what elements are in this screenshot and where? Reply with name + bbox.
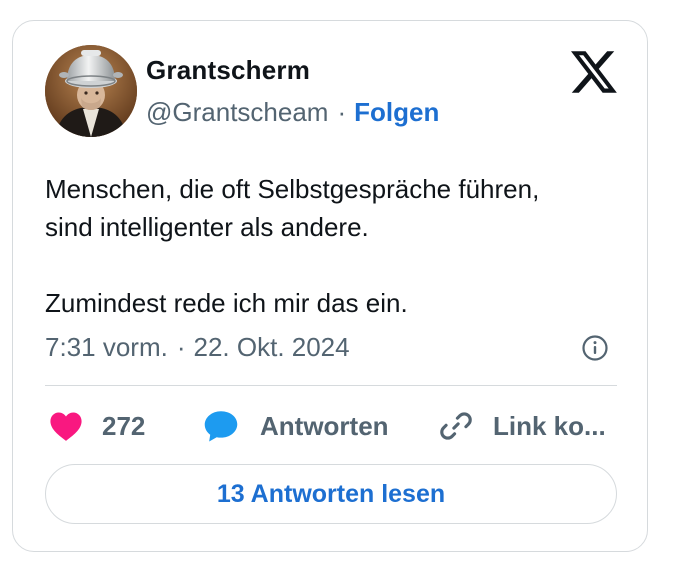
- author-handle[interactable]: @Grantscheam: [146, 97, 328, 127]
- tweet-time: 7:31 vorm.: [45, 332, 168, 362]
- link-icon: [440, 412, 472, 440]
- x-logo-icon[interactable]: [571, 51, 617, 93]
- avatar[interactable]: [45, 45, 137, 137]
- copy-link-label: Link ko...: [493, 410, 606, 441]
- tweet-text-line: Menschen, die oft Selbstgespräche führen…: [45, 174, 540, 204]
- copy-link-button[interactable]: Link ko...: [439, 406, 606, 446]
- tweet-timestamp[interactable]: 7:31 vorm. · 22. Okt. 2024: [45, 332, 350, 363]
- heart-icon: [50, 412, 82, 441]
- follow-button[interactable]: Folgen: [354, 97, 439, 127]
- timestamp-separator: ·: [176, 332, 186, 362]
- like-count: 272: [102, 410, 146, 441]
- tweet-date: 22. Okt. 2024: [193, 332, 350, 362]
- author-handle-row: @Grantscheam · Folgen: [146, 97, 439, 128]
- info-icon[interactable]: [581, 334, 609, 362]
- reply-label: Antworten: [260, 410, 389, 441]
- handle-separator: ·: [337, 97, 347, 127]
- tweet-text: Menschen, die oft Selbstgespräche führen…: [45, 170, 625, 322]
- tweet-text-line: Zumindest rede ich mir das ein.: [45, 288, 408, 318]
- tweet-text-line: sind intelligenter als andere.: [45, 212, 369, 242]
- tweet-card: Grantscherm @Grantscheam · Folgen Menschen…: [12, 20, 648, 552]
- avatar-portrait-icon: [45, 45, 137, 137]
- speech-bubble-icon: [204, 411, 238, 442]
- read-replies-button[interactable]: 13 Antworten lesen: [45, 464, 617, 524]
- author-name[interactable]: Grantscherm: [146, 55, 310, 86]
- divider: [45, 385, 617, 386]
- reply-button[interactable]: Antworten: [203, 406, 389, 446]
- like-button[interactable]: 272: [49, 406, 145, 446]
